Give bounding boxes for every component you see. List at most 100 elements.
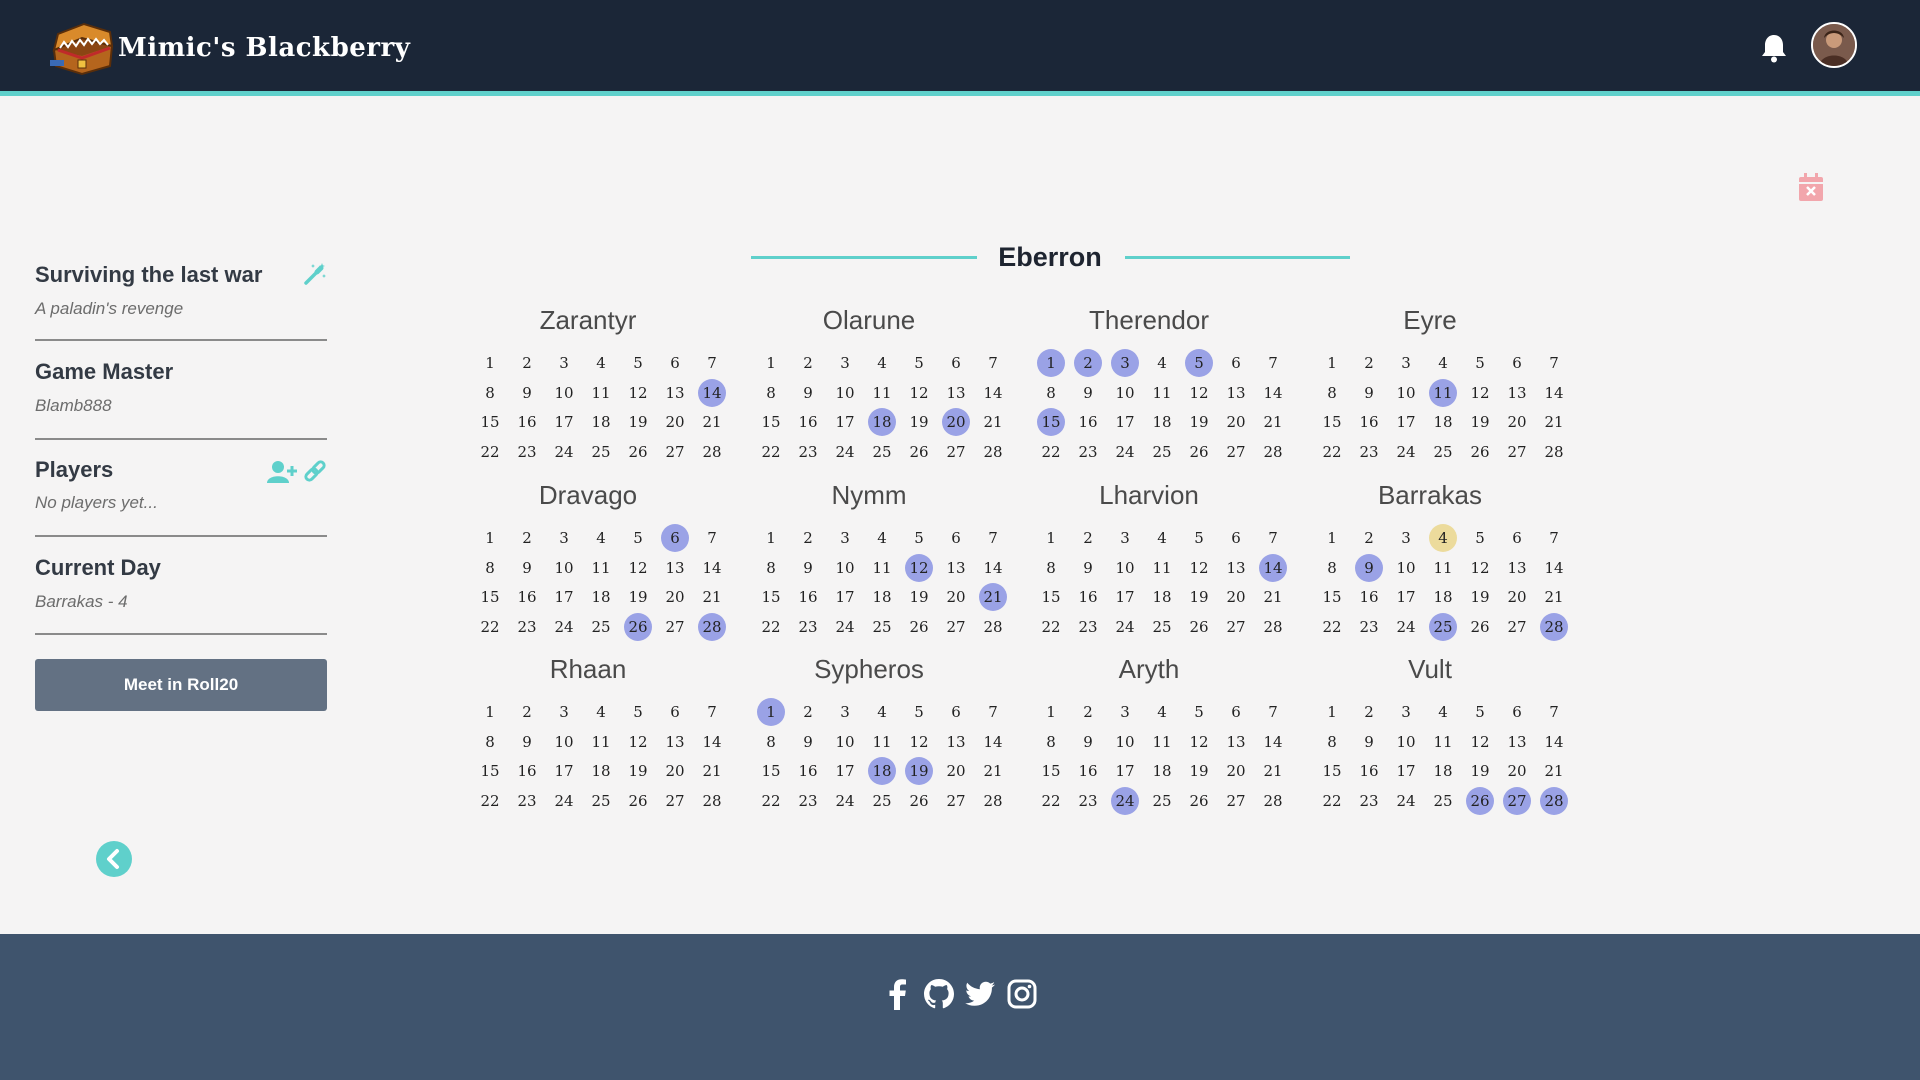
calendar-day[interactable]: 4 (587, 349, 615, 377)
calendar-day[interactable]: 2 (513, 524, 541, 552)
calendar-day[interactable]: 8 (476, 554, 504, 582)
calendar-day[interactable]: 15 (1318, 583, 1346, 611)
calendar-day[interactable]: 11 (868, 379, 896, 407)
calendar-day[interactable]: 18 (587, 408, 615, 436)
chevron-left-circle-icon[interactable] (96, 841, 132, 877)
calendar-day[interactable]: 1 (1037, 524, 1065, 552)
calendar-day[interactable]: 22 (476, 787, 504, 815)
calendar-day[interactable]: 21 (698, 757, 726, 785)
calendar-day[interactable]: 12 (905, 553, 933, 582)
calendar-day[interactable]: 5 (624, 349, 652, 377)
calendar-day[interactable]: 17 (831, 583, 859, 611)
calendar-day[interactable]: 4 (587, 524, 615, 552)
calendar-day[interactable]: 1 (1318, 698, 1346, 726)
calendar-day[interactable]: 13 (1222, 728, 1250, 756)
calendar-day[interactable]: 5 (1185, 349, 1213, 377)
calendar-day[interactable]: 25 (1429, 787, 1457, 815)
calendar-day[interactable]: 2 (1355, 698, 1383, 726)
calendar-day[interactable]: 22 (1318, 613, 1346, 641)
calendar-day[interactable]: 7 (698, 698, 726, 726)
calendar-day[interactable]: 18 (1429, 408, 1457, 436)
calendar-day[interactable]: 13 (661, 554, 689, 582)
calendar-day[interactable]: 22 (757, 438, 785, 466)
calendar-day[interactable]: 3 (550, 698, 578, 726)
calendar-day[interactable]: 6 (942, 698, 970, 726)
calendar-day[interactable]: 12 (1466, 554, 1494, 582)
calendar-day[interactable]: 17 (550, 757, 578, 785)
calendar-day[interactable]: 18 (1429, 583, 1457, 611)
calendar-day[interactable]: 23 (513, 613, 541, 641)
calendar-day[interactable]: 16 (1074, 583, 1102, 611)
calendar-day[interactable]: 17 (831, 757, 859, 785)
calendar-day[interactable]: 21 (1259, 583, 1287, 611)
calendar-day[interactable]: 16 (794, 408, 822, 436)
calendar-day[interactable]: 5 (1466, 524, 1494, 552)
calendar-day[interactable]: 3 (1111, 524, 1139, 552)
calendar-day[interactable]: 14 (698, 554, 726, 582)
calendar-day[interactable]: 20 (1503, 583, 1531, 611)
calendar-day[interactable]: 24 (550, 613, 578, 641)
calendar-day[interactable]: 22 (757, 787, 785, 815)
calendar-day[interactable]: 8 (1318, 554, 1346, 582)
calendar-day[interactable]: 1 (476, 698, 504, 726)
calendar-day[interactable]: 17 (1392, 757, 1420, 785)
calendar-day[interactable]: 22 (1318, 438, 1346, 466)
calendar-day[interactable]: 17 (1111, 408, 1139, 436)
calendar-day[interactable]: 3 (1111, 698, 1139, 726)
calendar-day[interactable]: 13 (1222, 379, 1250, 407)
calendar-day[interactable]: 20 (1503, 408, 1531, 436)
calendar-day[interactable]: 14 (1259, 728, 1287, 756)
calendar-day[interactable]: 11 (1429, 554, 1457, 582)
calendar-day[interactable]: 6 (1222, 349, 1250, 377)
calendar-day[interactable]: 15 (476, 583, 504, 611)
calendar-day[interactable]: 28 (1259, 787, 1287, 815)
calendar-day[interactable]: 7 (1259, 698, 1287, 726)
calendar-day[interactable]: 26 (905, 438, 933, 466)
calendar-day[interactable]: 8 (757, 554, 785, 582)
calendar-day[interactable]: 22 (476, 438, 504, 466)
calendar-day[interactable]: 2 (513, 698, 541, 726)
calendar-day[interactable]: 1 (757, 349, 785, 377)
calendar-day[interactable]: 4 (868, 524, 896, 552)
calendar-day[interactable]: 4 (587, 698, 615, 726)
calendar-day[interactable]: 19 (624, 408, 652, 436)
calendar-day[interactable]: 21 (1540, 757, 1568, 785)
meet-in-roll20-button[interactable]: Meet in Roll20 (35, 659, 327, 711)
calendar-day[interactable]: 23 (794, 438, 822, 466)
calendar-day[interactable]: 21 (979, 757, 1007, 785)
calendar-day[interactable]: 19 (1185, 757, 1213, 785)
calendar-day[interactable]: 2 (794, 524, 822, 552)
calendar-day[interactable]: 13 (1503, 728, 1531, 756)
calendar-day[interactable]: 3 (831, 524, 859, 552)
calendar-day[interactable]: 23 (1355, 438, 1383, 466)
calendar-day[interactable]: 25 (868, 438, 896, 466)
calendar-day[interactable]: 26 (624, 438, 652, 466)
calendar-day[interactable]: 10 (550, 554, 578, 582)
calendar-day[interactable]: 18 (868, 408, 896, 436)
calendar-day[interactable]: 8 (1037, 728, 1065, 756)
calendar-day[interactable]: 18 (587, 757, 615, 785)
calendar-day[interactable]: 21 (698, 583, 726, 611)
calendar-day[interactable]: 25 (868, 613, 896, 641)
calendar-day[interactable]: 20 (942, 583, 970, 611)
calendar-day[interactable]: 28 (698, 612, 726, 641)
calendar-day[interactable]: 8 (1037, 554, 1065, 582)
calendar-day[interactable]: 17 (1392, 408, 1420, 436)
calendar-day[interactable]: 19 (1185, 408, 1213, 436)
calendar-day[interactable]: 3 (831, 698, 859, 726)
calendar-day[interactable]: 8 (476, 379, 504, 407)
calendar-day[interactable]: 15 (1037, 408, 1065, 436)
calendar-day[interactable]: 21 (979, 583, 1007, 611)
calendar-day[interactable]: 12 (905, 379, 933, 407)
calendar-day[interactable]: 20 (661, 583, 689, 611)
calendar-day[interactable]: 7 (979, 698, 1007, 726)
calendar-day[interactable]: 1 (1318, 524, 1346, 552)
calendar-day[interactable]: 6 (661, 349, 689, 377)
calendar-day[interactable]: 22 (1037, 613, 1065, 641)
calendar-day[interactable]: 10 (550, 379, 578, 407)
calendar-day[interactable]: 26 (624, 612, 652, 641)
calendar-day[interactable]: 12 (624, 728, 652, 756)
calendar-day[interactable]: 27 (1503, 786, 1531, 815)
calendar-day[interactable]: 6 (1503, 349, 1531, 377)
calendar-day[interactable]: 3 (831, 349, 859, 377)
